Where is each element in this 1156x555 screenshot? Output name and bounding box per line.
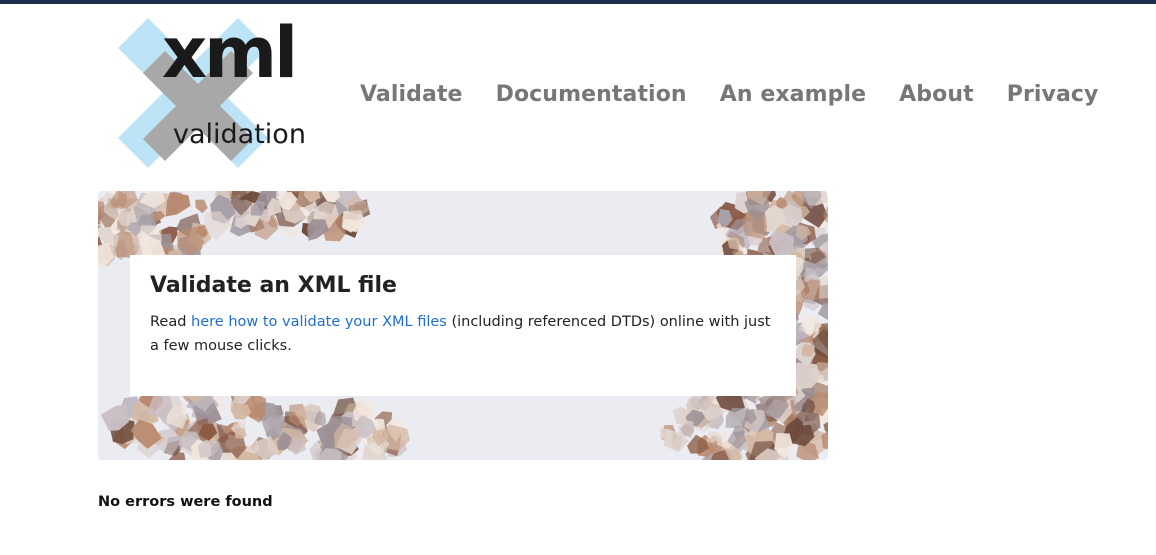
hero-card: Validate an XML file Read here how to va… (130, 255, 796, 396)
nav-an-example[interactable]: An example (720, 82, 866, 107)
how-to-validate-link[interactable]: here how to validate your XML files (191, 314, 447, 330)
hero-banner: Validate an XML file Read here how to va… (98, 191, 828, 460)
top-accent-bar (0, 0, 1156, 4)
nav-privacy[interactable]: Privacy (1007, 82, 1099, 107)
nav-about[interactable]: About (899, 82, 974, 107)
logo-main-text: xml (162, 12, 298, 94)
main-nav: Validate Documentation An example About … (360, 82, 1132, 107)
hero-text-before: Read (150, 314, 192, 330)
hero-description: Read here how to validate your XML files… (150, 310, 776, 358)
logo-sub-text: validation (173, 119, 306, 150)
nav-documentation[interactable]: Documentation (496, 82, 687, 107)
hero-title: Validate an XML file (150, 273, 397, 298)
nav-validate[interactable]: Validate (360, 82, 463, 107)
validation-result-message: No errors were found (98, 494, 273, 510)
site-logo[interactable]: xml validation (113, 18, 323, 178)
